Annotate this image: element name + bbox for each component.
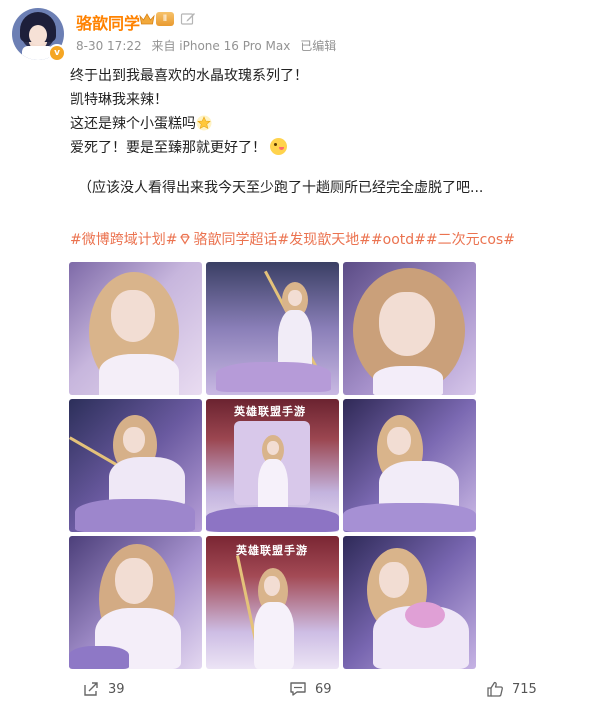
image-grid: 英雄联盟手游 英雄联盟手游 — [69, 262, 476, 670]
like-icon — [487, 681, 503, 697]
post-time[interactable]: 8-30 17:22 — [76, 39, 142, 53]
post-line: 终于出到我最喜欢的水晶玫瑰系列了！ — [70, 68, 308, 84]
post-line: （应该没人看得出来我今天至少跑了十趟厕所已经完全虚脱了吧... — [78, 180, 484, 196]
event-sign: 英雄联盟手游 — [236, 544, 308, 557]
comment-count: 69 — [315, 681, 332, 697]
post-text: 终于出到我最喜欢的水晶玫瑰系列了！ 凯特琳我来辣！ 这还是辣个小蛋糕吗 爱死了！… — [70, 64, 590, 200]
post-image[interactable] — [206, 262, 339, 395]
crown-icon — [139, 13, 155, 25]
weibo-post: v 骆歆同学 Ⅱ 8-30 17:22 来自 iPhone 16 Pro Max… — [0, 0, 610, 713]
share-icon — [84, 682, 98, 696]
supertopic-link[interactable]: 骆歆同学超话 — [193, 232, 277, 248]
like-count: 715 — [512, 681, 537, 697]
share-button[interactable]: 39 — [82, 680, 125, 698]
comment-button[interactable]: 69 — [289, 680, 332, 698]
post-image[interactable] — [69, 262, 202, 395]
post-line: 爱死了！要是至臻那就更好了！ — [70, 140, 266, 156]
username[interactable]: 骆歆同学 — [76, 10, 140, 34]
post-image[interactable] — [343, 399, 476, 532]
post-line-with-emoji: 爱死了！要是至臻那就更好了！ — [70, 136, 590, 160]
hashtag-link[interactable]: #二次元cos# — [426, 232, 515, 248]
post-image[interactable]: 英雄联盟手游 — [206, 399, 339, 532]
post-line: 凯特琳我来辣！ — [70, 92, 168, 108]
supertopic-diamond-icon — [180, 233, 191, 245]
tongue-emoji-icon — [270, 138, 287, 155]
share-count: 39 — [108, 681, 125, 697]
verified-badge: v — [48, 44, 66, 62]
comment-icon — [290, 682, 306, 696]
hashtag-link[interactable]: #微博跨域计划# — [70, 232, 177, 248]
action-bar: 39 69 715 — [0, 676, 610, 706]
post-image[interactable] — [69, 536, 202, 669]
post-image[interactable] — [343, 536, 476, 669]
post-image[interactable] — [343, 262, 476, 395]
hashtag-row: #微博跨域计划# 骆歆同学超话#发现歆天地##ootd##二次元cos# — [70, 229, 515, 249]
post-image[interactable]: 英雄联盟手游 — [206, 536, 339, 669]
post-image[interactable] — [69, 399, 202, 532]
post-line: 这还是辣个小蛋糕吗 — [70, 116, 196, 132]
post-line-with-emoji: 这还是辣个小蛋糕吗 — [70, 112, 590, 136]
edit-icon — [180, 13, 195, 25]
star-emoji-icon — [196, 115, 212, 131]
level-badge-icon: Ⅱ — [156, 12, 174, 26]
edited-label[interactable]: 已编辑 — [300, 39, 336, 53]
hashtag-link[interactable]: #发现歆天地# — [277, 232, 370, 248]
hashtag-link[interactable]: #ootd# — [371, 232, 426, 248]
event-sign: 英雄联盟手游 — [234, 405, 306, 418]
like-button[interactable]: 715 — [486, 680, 537, 698]
post-source: 来自 iPhone 16 Pro Max — [151, 39, 291, 53]
post-meta: 8-30 17:22 来自 iPhone 16 Pro Max 已编辑 — [76, 37, 342, 54]
